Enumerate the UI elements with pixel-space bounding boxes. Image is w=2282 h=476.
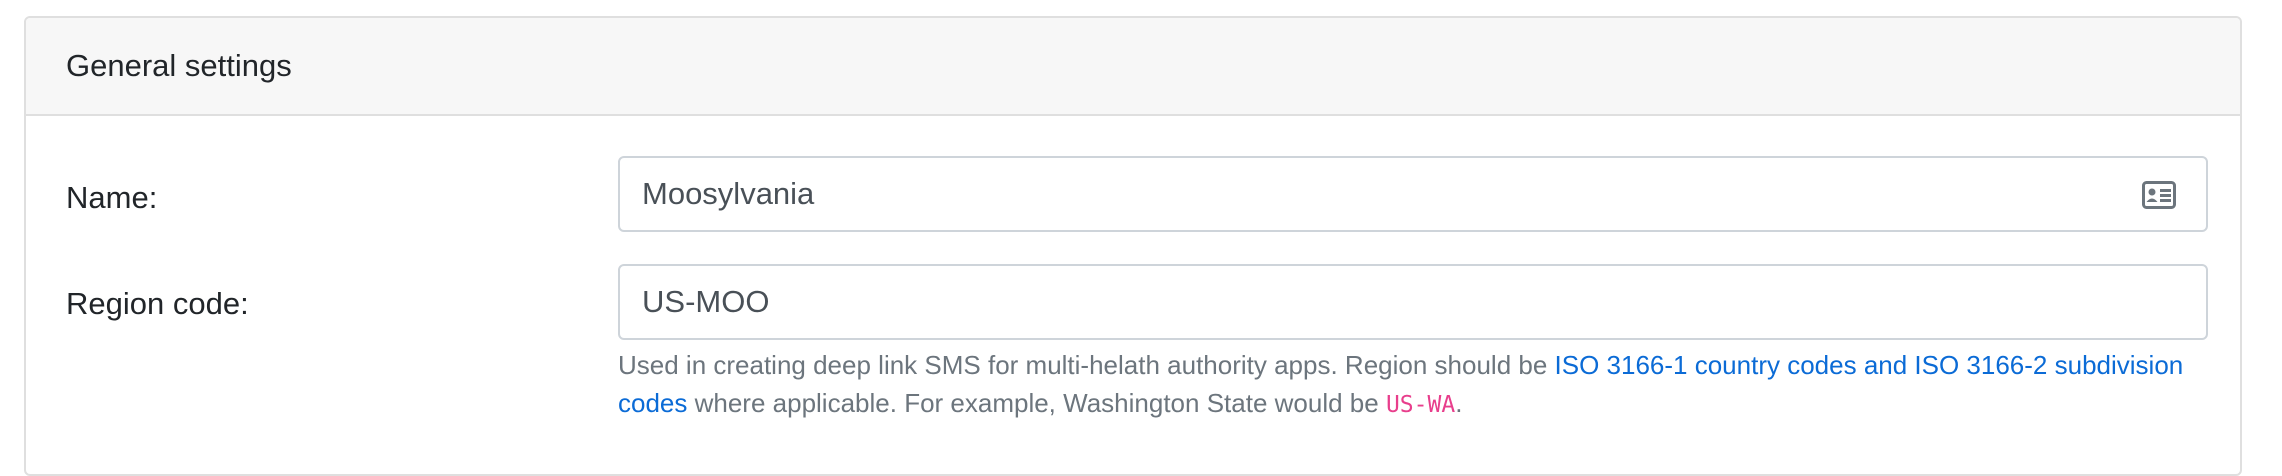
name-label: Name: [66,180,158,215]
region-code-input[interactable] [642,266,2122,338]
region-code-input-wrapper[interactable] [618,264,2208,340]
contact-card-icon[interactable] [2142,181,2176,209]
name-input[interactable] [642,158,2122,230]
card-title: General settings [66,48,292,83]
help-middle: where applicable. For example, Washingto… [687,388,1386,418]
help-suffix: . [1455,388,1463,418]
region-code-label: Region code: [66,286,249,321]
region-code-help-text: Used in creating deep link SMS for multi… [618,346,2198,424]
card-header: General settings [26,18,2240,116]
general-settings-card: General settings Name: Region code: Used… [24,16,2242,476]
name-input-wrapper[interactable] [618,156,2208,232]
example-code: US-WA [1385,392,1456,418]
help-prefix: Used in creating deep link SMS for multi… [618,350,1555,380]
